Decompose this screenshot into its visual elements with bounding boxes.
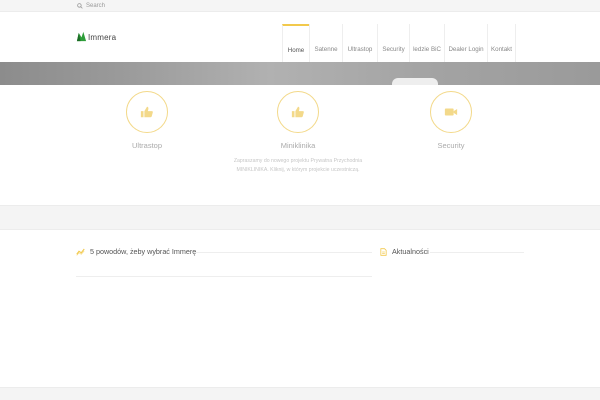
feature-title: Security — [437, 141, 465, 150]
news-heading-rule — [430, 252, 524, 253]
top-bar: Search — [0, 0, 600, 12]
thumbs-up-icon — [140, 106, 153, 118]
reasons-bottom-rule — [76, 276, 372, 277]
news-heading: Aktualności — [380, 247, 429, 256]
leaf-icon — [76, 31, 87, 42]
divider-band — [0, 205, 600, 230]
footer-band — [0, 387, 600, 400]
feature-icon-circle[interactable] — [277, 91, 319, 133]
trend-line-icon — [76, 248, 85, 256]
reasons-heading-rule — [194, 252, 372, 253]
feature-title: Ultrastop — [131, 141, 162, 150]
search-box[interactable]: Search — [77, 1, 105, 11]
feature-miniklinika: Miniklinika Zapraszamy do nowego projekt… — [223, 91, 373, 174]
feature-security: Security — [376, 91, 526, 150]
search-label: Search — [86, 3, 106, 9]
feature-description: Zapraszamy do nowego projektu Prywatna P… — [233, 158, 363, 173]
feature-ultrastop: Ultrastop — [72, 91, 222, 150]
search-icon — [77, 3, 83, 9]
site-logo[interactable]: Immera — [76, 31, 116, 42]
feature-icon-circle[interactable] — [430, 91, 472, 133]
reasons-heading: 5 powodów, żeby wybrać Immerę — [76, 247, 196, 256]
reasons-title: 5 powodów, żeby wybrać Immerę — [90, 247, 197, 256]
banner-image-detail — [392, 78, 438, 85]
hero-banner — [0, 62, 600, 85]
document-icon — [380, 247, 387, 256]
feature-title: Miniklinika — [280, 141, 316, 150]
video-camera-icon — [444, 108, 458, 116]
news-title: Aktualności — [392, 247, 429, 256]
thumbs-up-icon — [291, 106, 304, 118]
site-header: Immera Home Satenne Ultrastop Security l… — [0, 12, 600, 74]
logo-text: Immera — [88, 33, 117, 42]
feature-icon-circle[interactable] — [126, 91, 168, 133]
features-section: Ultrastop Miniklinika Zapraszamy do nowe… — [0, 85, 600, 205]
